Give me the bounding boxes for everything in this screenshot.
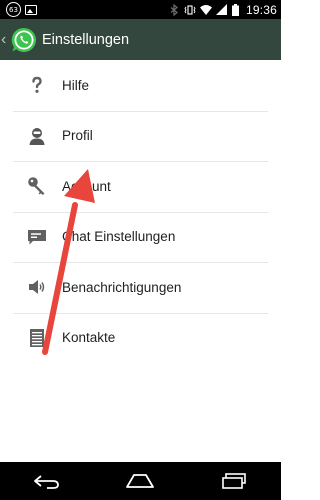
- speaker-icon: [27, 277, 47, 297]
- home-nav-button[interactable]: [120, 466, 160, 496]
- action-bar: ‹ Einstellungen: [0, 19, 281, 60]
- chat-icon: [27, 227, 47, 247]
- home-nav-icon: [126, 474, 155, 488]
- bluetooth-icon: [170, 3, 178, 16]
- settings-item-label: Chat Einstellungen: [62, 229, 176, 245]
- navigation-bar: [0, 462, 281, 500]
- settings-item-benachrichtigungen[interactable]: Benachrichtigungen: [0, 262, 281, 313]
- settings-item-profil[interactable]: Profil: [0, 110, 281, 162]
- recent-apps-button[interactable]: [214, 466, 254, 496]
- profile-icon: [27, 126, 47, 146]
- whatsapp-logo-icon[interactable]: [10, 26, 38, 54]
- settings-list: Hilfe Profil Account Chat Einstellungen …: [0, 60, 281, 363]
- status-time: 19:36: [245, 2, 277, 17]
- settings-item-label: Account: [62, 178, 111, 194]
- signal-icon: [215, 3, 227, 15]
- battery-icon: [231, 3, 239, 16]
- back-nav-icon: [33, 475, 59, 489]
- settings-item-account[interactable]: Account: [0, 161, 281, 212]
- recent-apps-icon: [222, 473, 246, 489]
- key-icon: [27, 176, 47, 196]
- image-notification-icon: [25, 4, 37, 15]
- settings-item-label: Kontakte: [62, 330, 116, 346]
- settings-item-label: Benachrichtigungen: [62, 279, 182, 295]
- notification-count-icon: 63: [6, 2, 21, 17]
- vibrate-icon: [184, 4, 196, 15]
- up-chevron-icon[interactable]: ‹: [1, 31, 10, 48]
- back-nav-button[interactable]: [27, 466, 67, 496]
- status-bar: 63 19:36: [0, 0, 281, 19]
- page-title: Einstellungen: [42, 31, 130, 48]
- wifi-icon: [199, 4, 212, 15]
- settings-item-kontakte[interactable]: Kontakte: [0, 312, 281, 364]
- settings-item-label: Hilfe: [62, 77, 90, 93]
- settings-item-label: Profil: [62, 128, 93, 144]
- help-icon: [27, 75, 47, 95]
- contacts-icon: [27, 328, 47, 348]
- settings-item-chat-einstellungen[interactable]: Chat Einstellungen: [0, 211, 281, 263]
- settings-item-hilfe[interactable]: Hilfe: [0, 60, 281, 111]
